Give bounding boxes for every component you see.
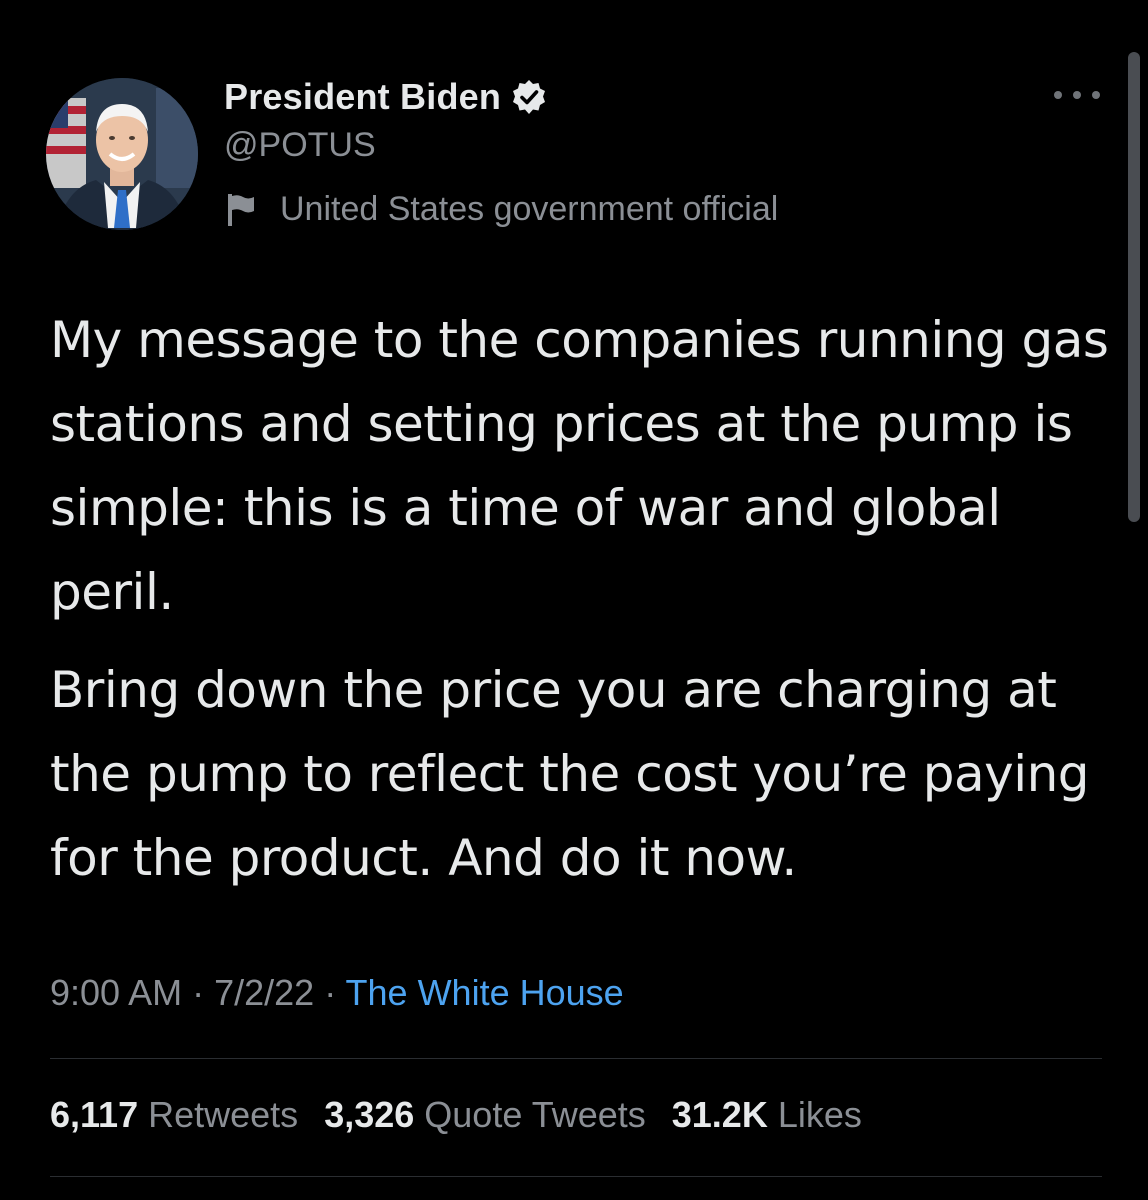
tweet-detail: President Biden @POTUS United States gov…	[0, 0, 1148, 1200]
divider	[50, 1176, 1102, 1177]
tweet-paragraph: My message to the companies running gas …	[50, 311, 1109, 621]
tweet-text: My message to the companies running gas …	[50, 298, 1110, 900]
engagement-stats: 6,117 Retweets 3,326 Quote Tweets 31.2K Lik…	[50, 1094, 862, 1136]
tweet-paragraph: Bring down the price you are charging at…	[50, 661, 1090, 887]
retweets-count: 6,117	[50, 1094, 139, 1135]
retweets-stat[interactable]: 6,117 Retweets	[50, 1094, 298, 1136]
portrait-icon	[46, 78, 198, 230]
scrollbar[interactable]	[1128, 52, 1140, 522]
author-name-row[interactable]: President Biden	[224, 74, 547, 120]
meta-separator: ·	[314, 972, 346, 1013]
quote-tweets-label: Quote Tweets	[424, 1094, 646, 1135]
quote-tweets-stat[interactable]: 3,326 Quote Tweets	[324, 1094, 646, 1136]
author-display-name[interactable]: President Biden	[224, 76, 501, 118]
avatar[interactable]	[46, 78, 198, 230]
tweet-date[interactable]: 7/2/22	[214, 972, 314, 1013]
quote-tweets-count: 3,326	[324, 1094, 415, 1135]
flag-icon	[226, 192, 258, 228]
more-options-icon[interactable]	[1054, 80, 1100, 110]
author-handle[interactable]: @POTUS	[224, 126, 376, 165]
likes-stat[interactable]: 31.2K Likes	[672, 1094, 862, 1136]
tweet-source-link[interactable]: The White House	[346, 972, 624, 1013]
likes-label: Likes	[777, 1094, 862, 1135]
tweet-metadata: 9:00 AM · 7/2/22 · The White House	[50, 972, 624, 1014]
tweet-time[interactable]: 9:00 AM	[50, 972, 182, 1013]
government-label-text: United States government official	[280, 190, 779, 228]
divider	[50, 1058, 1102, 1059]
likes-count: 31.2K	[671, 1094, 768, 1135]
government-label[interactable]: United States government official	[226, 190, 778, 229]
retweets-label: Retweets	[148, 1094, 299, 1135]
verified-badge-icon	[511, 79, 547, 115]
meta-separator: ·	[182, 972, 215, 1013]
